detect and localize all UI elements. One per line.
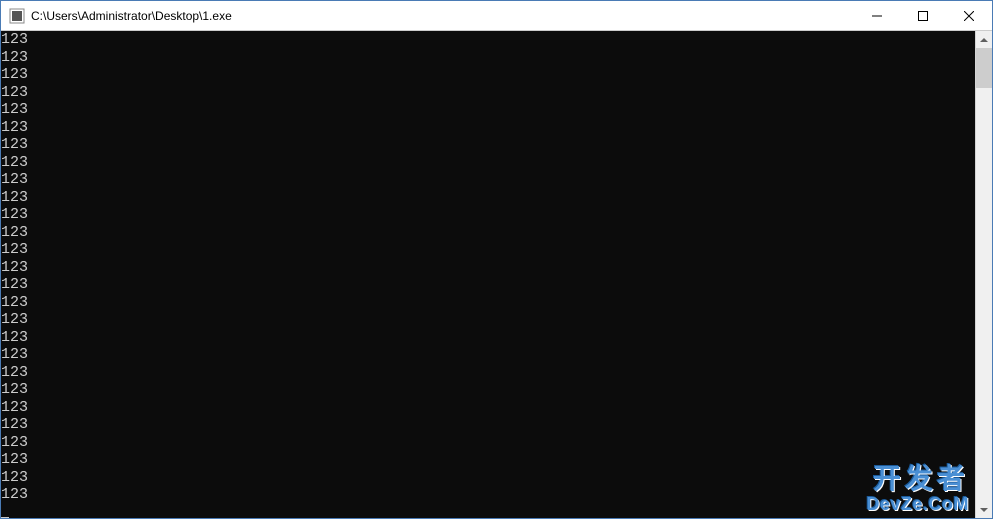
- console-line: 123: [1, 486, 975, 504]
- console-line: 123: [1, 276, 975, 294]
- vertical-scrollbar[interactable]: [975, 31, 992, 518]
- console-line: 123: [1, 224, 975, 242]
- console-line: 123: [1, 101, 975, 119]
- console-line: 123: [1, 381, 975, 399]
- scroll-up-button[interactable]: [976, 31, 992, 48]
- console-line: 123: [1, 434, 975, 452]
- console-line: 123: [1, 189, 975, 207]
- console-line: 123: [1, 206, 975, 224]
- console-line: 123: [1, 311, 975, 329]
- chevron-up-icon: [980, 38, 988, 42]
- scroll-track[interactable]: [976, 48, 992, 501]
- maximize-button[interactable]: [900, 1, 946, 30]
- app-icon: [9, 8, 25, 24]
- close-icon: [964, 11, 974, 21]
- console-line: 123: [1, 416, 975, 434]
- scroll-down-button[interactable]: [976, 501, 992, 518]
- console-line: 123: [1, 154, 975, 172]
- console-line: 123: [1, 294, 975, 312]
- console-line: 123: [1, 171, 975, 189]
- content-area: 1231231231231231231231231231231231231231…: [1, 31, 992, 518]
- console-line: 123: [1, 241, 975, 259]
- minimize-icon: [872, 11, 882, 21]
- console-line: 123: [1, 469, 975, 487]
- app-window: C:\Users\Administrator\Desktop\1.exe 123: [0, 0, 993, 519]
- console-line: 123: [1, 451, 975, 469]
- close-button[interactable]: [946, 1, 992, 30]
- window-title: C:\Users\Administrator\Desktop\1.exe: [31, 9, 854, 23]
- maximize-icon: [918, 11, 928, 21]
- console-line: 123: [1, 31, 975, 49]
- console-line: 123: [1, 364, 975, 382]
- chevron-down-icon: [980, 508, 988, 512]
- titlebar[interactable]: C:\Users\Administrator\Desktop\1.exe: [1, 1, 992, 31]
- console-line: 123: [1, 399, 975, 417]
- console-line: 123: [1, 136, 975, 154]
- console-line: 123: [1, 66, 975, 84]
- console-output[interactable]: 1231231231231231231231231231231231231231…: [1, 31, 975, 518]
- console-line: 123: [1, 49, 975, 67]
- console-line: 123: [1, 259, 975, 277]
- scroll-thumb[interactable]: [976, 48, 992, 88]
- cursor-icon: [1, 517, 9, 518]
- window-controls: [854, 1, 992, 30]
- console-cursor-line: [1, 504, 975, 519]
- console-line: 123: [1, 346, 975, 364]
- console-line: 123: [1, 329, 975, 347]
- minimize-button[interactable]: [854, 1, 900, 30]
- console-line: 123: [1, 84, 975, 102]
- console-line: 123: [1, 119, 975, 137]
